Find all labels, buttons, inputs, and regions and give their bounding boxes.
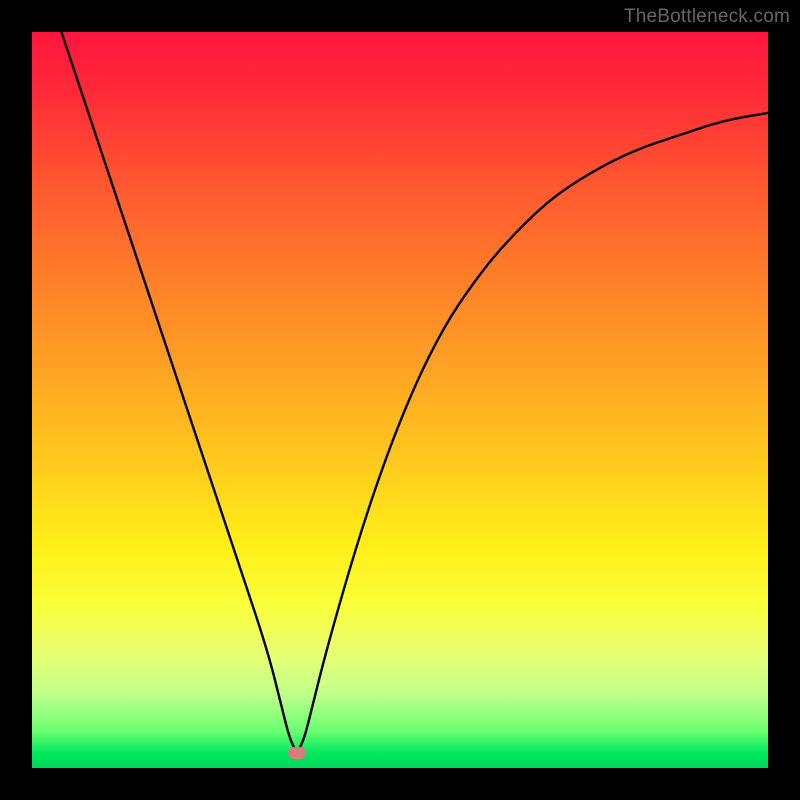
chart-frame: TheBottleneck.com bbox=[0, 0, 800, 800]
plot-area bbox=[32, 32, 768, 768]
watermark-text: TheBottleneck.com bbox=[624, 6, 790, 28]
minimum-marker bbox=[288, 747, 306, 759]
bottleneck-curve bbox=[32, 32, 768, 768]
